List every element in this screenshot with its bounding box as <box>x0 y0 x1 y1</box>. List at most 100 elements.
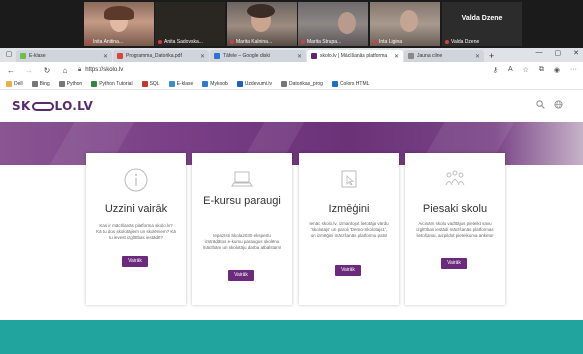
browser-tab[interactable]: Jauna cilne ✕ <box>404 50 484 62</box>
tab-label: skolo.lv | Mācīšanās platforma <box>320 53 388 59</box>
profile-icon[interactable]: ◉ <box>554 66 560 74</box>
bookmark-item[interactable]: Datorikas_prog <box>281 80 323 87</box>
bookmark-item[interactable]: Python <box>58 80 82 87</box>
card-learn-more: Uzzini vairāk Kas ir mācīšanās platforma… <box>86 153 186 305</box>
featured-participant-name: Valda Dzene <box>461 15 503 22</box>
bookmark-item[interactable]: Python Tutorial <box>91 80 133 87</box>
bookmark-item[interactable]: E-klase <box>168 80 193 87</box>
search-icon[interactable] <box>536 100 545 109</box>
more-button[interactable]: Vairāk <box>335 265 361 276</box>
participant-name: Marita Strupa... <box>307 39 342 45</box>
url-text: https://skolo.lv <box>85 67 124 73</box>
logo-ring <box>31 102 54 111</box>
bookmark-item[interactable]: Bing <box>31 80 50 87</box>
key-icon[interactable]: ⚷ <box>493 66 498 74</box>
favorite-star-icon[interactable]: ☆ <box>523 66 529 74</box>
url-field[interactable]: 🔒︎ https://skolo.lv <box>78 67 485 74</box>
features-section: Uzzini vairāk Kas ir mācīšanās platforma… <box>0 153 583 320</box>
browser-tab-bar: ▢ E-klase ✕ Programma_Datorika.pdf ✕ Tāf… <box>0 48 583 62</box>
globe-icon[interactable] <box>554 100 563 109</box>
page-icon <box>31 80 38 87</box>
participant-tile[interactable]: Anita Sadovska... <box>155 2 225 46</box>
participant-tile[interactable]: Marita Strupa... <box>298 2 368 46</box>
card-ecourse-samples: E-kursu paraugi Iepazīsti Skola2030 eksp… <box>192 153 292 305</box>
card-title: Izmēģini <box>328 203 370 215</box>
lock-icon: 🔒︎ <box>78 66 82 73</box>
participant-face <box>400 10 418 32</box>
card-text: Ienāc skolo.lv, izmantojot lietotāja vār… <box>309 221 389 238</box>
close-tab-icon[interactable]: ✕ <box>394 53 399 60</box>
back-arrow-icon[interactable]: ← <box>6 66 16 75</box>
uzdevumi-icon <box>236 80 243 87</box>
people-group-icon <box>445 170 465 186</box>
participant-face <box>338 12 356 34</box>
bookmark-item[interactable]: Colors HTML <box>331 80 369 87</box>
info-icon <box>124 168 148 192</box>
eklase-icon <box>168 80 175 87</box>
tab-actions-icon[interactable]: ▢ <box>4 50 14 60</box>
muted-mic-icon <box>301 40 305 44</box>
home-icon[interactable]: ⌂ <box>60 66 70 75</box>
card-apply-school: Piesaki skolu Aicinām skolu vadītājus pi… <box>405 153 505 305</box>
card-text: Kas ir mācīšanās platforma skolo.lv? Kā … <box>96 223 176 240</box>
sql-icon <box>141 80 148 87</box>
browser-tab-active[interactable]: skolo.lv | Mācīšanās platforma ✕ <box>307 50 403 62</box>
page-icon <box>281 80 288 87</box>
tab-favicon-icon <box>20 53 26 59</box>
participant-name: Inta Ligina <box>379 39 403 45</box>
tab-favicon-icon <box>214 53 220 59</box>
laptop-icon <box>231 171 253 187</box>
tab-label: Programma_Datorika.pdf <box>126 53 182 59</box>
participant-tile[interactable]: Marita Kalnina... <box>227 2 297 46</box>
bookmark-item[interactable]: SQL <box>141 80 160 87</box>
participant-hair <box>247 4 275 18</box>
new-tab-button[interactable]: + <box>489 51 494 61</box>
close-tab-icon[interactable]: ✕ <box>103 53 108 60</box>
tab-label: Tāfele – Google diski <box>223 53 270 59</box>
close-tab-icon[interactable]: ✕ <box>200 53 205 60</box>
card-text: Aicinām skolu vadītājus pieteikt savu iz… <box>416 221 494 238</box>
card-title: E-kursu paraugi <box>203 195 281 207</box>
w3schools-icon <box>91 80 98 87</box>
close-tab-icon[interactable]: ✕ <box>297 53 302 60</box>
more-button[interactable]: Vairāk <box>122 256 148 267</box>
card-try-it: Izmēģini Ienāc skolo.lv, izmantojot liet… <box>299 153 399 305</box>
bookmark-item[interactable]: Uzdevumi.lv <box>236 80 272 87</box>
browser-tab[interactable]: Tāfele – Google diski ✕ <box>210 50 306 62</box>
close-window-icon[interactable]: ✕ <box>573 49 579 57</box>
minimize-icon[interactable]: — <box>536 49 543 57</box>
page-icon <box>58 80 65 87</box>
more-menu-icon[interactable]: ··· <box>570 66 577 74</box>
muted-mic-icon <box>373 40 377 44</box>
site-logo[interactable]: SK LO.LV <box>12 99 93 113</box>
participant-tile[interactable]: Inta Ligina <box>370 2 440 46</box>
read-aloud-icon[interactable]: A <box>508 66 513 74</box>
forward-arrow-icon[interactable]: → <box>24 66 34 75</box>
close-tab-icon[interactable]: ✕ <box>475 53 480 60</box>
browser-tab[interactable]: E-klase ✕ <box>16 50 112 62</box>
participant-hair <box>104 6 134 20</box>
mykoob-icon <box>202 80 209 87</box>
card-text: Iepazīsti Skola2030 ekspertu izstrādātos… <box>202 233 282 250</box>
muted-mic-icon <box>158 40 162 44</box>
more-button[interactable]: Vairāk <box>228 270 254 281</box>
footer-band <box>0 320 583 354</box>
muted-mic-icon <box>445 40 449 44</box>
tab-label: E-klase <box>29 53 46 59</box>
collections-icon[interactable]: ⧉ <box>539 66 544 74</box>
participant-tile[interactable]: Inita Anitina... <box>84 2 154 46</box>
more-button[interactable]: Vairāk <box>441 258 467 269</box>
cursor-window-icon <box>341 170 357 188</box>
bookmark-item[interactable]: Dell <box>6 80 23 87</box>
maximize-icon[interactable]: ▢ <box>555 49 562 57</box>
participant-name: Inita Anitina... <box>93 39 124 45</box>
browser-address-bar: ← → ↻ ⌂ 🔒︎ https://skolo.lv ⚷ A ☆ ⧉ ◉ ··… <box>0 62 583 78</box>
colors-icon <box>331 80 338 87</box>
muted-mic-icon <box>230 40 234 44</box>
browser-tab[interactable]: Programma_Datorika.pdf ✕ <box>113 50 209 62</box>
card-title: Piesaki skolu <box>422 203 488 215</box>
participant-name: Anita Sadovska... <box>164 39 203 45</box>
reload-icon[interactable]: ↻ <box>42 66 52 75</box>
bookmark-item[interactable]: Mykoob <box>202 80 228 87</box>
participant-tile[interactable]: Valda Dzene Valda Dzene <box>442 2 522 46</box>
